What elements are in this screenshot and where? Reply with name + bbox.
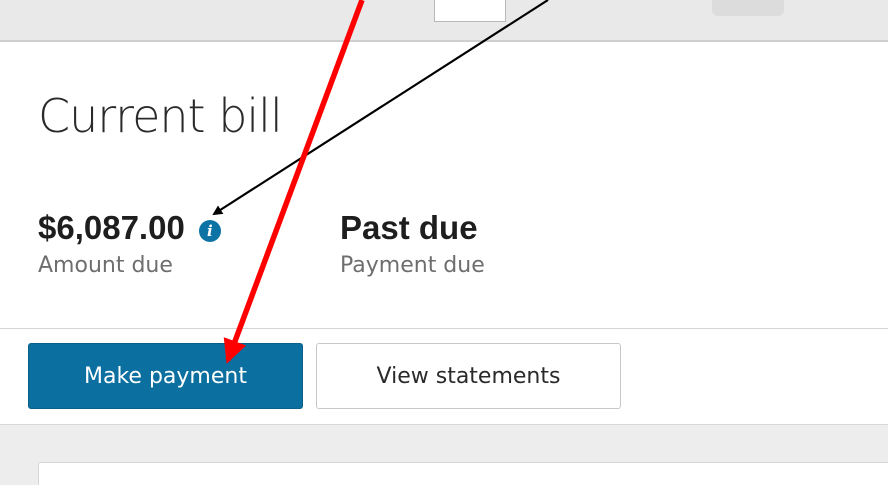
header-tab[interactable] [712,0,784,16]
red-arrow [223,0,365,364]
view-statements-button[interactable]: View statements [316,343,621,409]
amount-due-stat: $6,087.00 i Amount due [38,208,221,280]
amount-due-label: Amount due [38,253,173,278]
payment-due-stat: Past due Payment due [340,208,485,280]
make-payment-button[interactable]: Make payment [28,343,303,409]
content-card [38,462,888,485]
amount-due-value-row: $6,087.00 i [38,208,221,248]
header-strip [0,0,888,42]
payment-due-label: Payment due [340,253,485,278]
payment-due-value: Past due [340,209,478,246]
page-title: Current bill [38,89,283,143]
info-icon[interactable]: i [198,220,221,242]
header-control[interactable] [434,0,506,22]
section-divider [0,328,888,329]
amount-due-value: $6,087.00 [38,209,185,246]
